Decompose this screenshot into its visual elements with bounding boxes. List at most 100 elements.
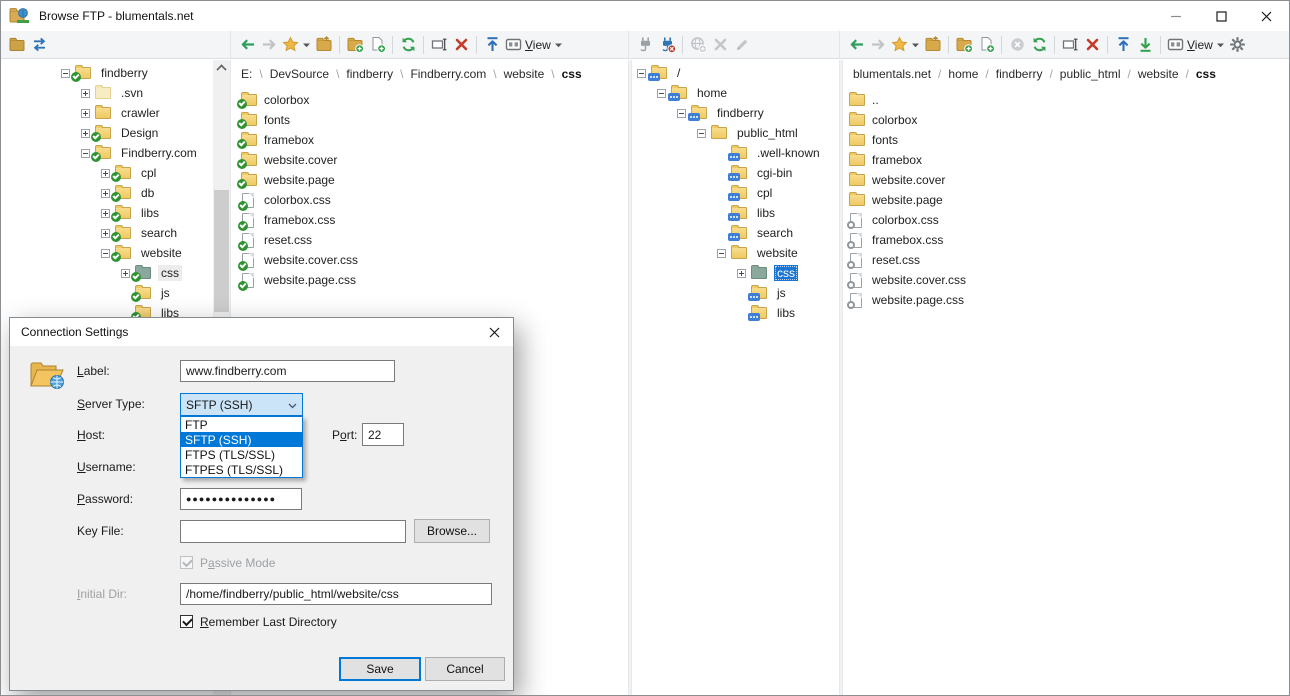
list-item[interactable]: website.page — [843, 190, 1289, 210]
tree-item-js[interactable]: js — [1, 283, 230, 303]
collapse-minus-box[interactable] — [101, 249, 110, 258]
settings-gear-button[interactable] — [1227, 33, 1249, 57]
tree-item-libs[interactable]: libs — [1, 203, 230, 223]
collapse-minus-box[interactable] — [81, 149, 90, 158]
expand-plus-box[interactable] — [81, 109, 90, 118]
tree-item-css[interactable]: css — [632, 263, 839, 283]
label-input[interactable]: www.findberry.com — [180, 360, 395, 382]
tree-item-findberry[interactable]: findberry — [1, 63, 230, 83]
breadcrumb-item[interactable]: blumentals.net — [851, 65, 933, 83]
cancel-button[interactable]: Cancel — [425, 657, 505, 681]
expand-plus-box[interactable] — [101, 229, 110, 238]
upload-button[interactable] — [1112, 33, 1134, 57]
list-item[interactable]: colorbox — [843, 110, 1289, 130]
breadcrumb-item[interactable]: css — [1194, 65, 1218, 83]
download-button[interactable] — [1134, 33, 1156, 57]
tree-item-css[interactable]: css — [1, 263, 230, 283]
list-item[interactable]: reset.css — [843, 250, 1289, 270]
list-item[interactable]: fonts — [843, 130, 1289, 150]
refresh-button[interactable] — [397, 33, 419, 57]
refresh-button[interactable] — [1028, 33, 1050, 57]
expand-plus-box[interactable] — [81, 129, 90, 138]
password-input[interactable]: ●●●●●●●●●●●●●● — [180, 488, 302, 510]
tree-item-findberry[interactable]: findberry — [632, 103, 839, 123]
list-item[interactable]: framebox.css — [231, 210, 628, 230]
list-item[interactable]: website.cover.css — [231, 250, 628, 270]
tree-item-[interactable]: / — [632, 63, 839, 83]
list-item[interactable]: .. — [843, 90, 1289, 110]
tree-item-search[interactable]: search — [632, 223, 839, 243]
tree-item-svn[interactable]: .svn — [1, 83, 230, 103]
new-folder-button[interactable] — [344, 33, 366, 57]
delete-button[interactable] — [450, 33, 472, 57]
server-type-option[interactable]: FTPS (TLS/SSL) — [181, 447, 302, 462]
expand-plus-box[interactable] — [101, 169, 110, 178]
close-button[interactable] — [1244, 1, 1289, 31]
list-item[interactable]: website.cover.css — [843, 270, 1289, 290]
delete-button[interactable] — [1081, 33, 1103, 57]
server-type-select[interactable]: SFTP (SSH) — [180, 393, 303, 416]
tree-item-search[interactable]: search — [1, 223, 230, 243]
tree-item-website[interactable]: website — [1, 243, 230, 263]
new-folder-button[interactable] — [953, 33, 975, 57]
port-input[interactable]: 22 — [362, 423, 404, 446]
tree-item-libs[interactable]: libs — [632, 203, 839, 223]
list-item[interactable]: framebox — [843, 150, 1289, 170]
list-item[interactable]: website.cover — [231, 150, 628, 170]
server-type-option[interactable]: FTP — [181, 417, 302, 432]
list-item[interactable]: fonts — [231, 110, 628, 130]
expand-plus-box[interactable] — [737, 269, 746, 278]
list-item[interactable]: framebox.css — [843, 230, 1289, 250]
expand-plus-box[interactable] — [81, 89, 90, 98]
list-item[interactable]: website.page — [231, 170, 628, 190]
new-file-button[interactable] — [975, 33, 997, 57]
key-file-input[interactable] — [180, 520, 406, 543]
list-item[interactable]: colorbox.css — [843, 210, 1289, 230]
breadcrumb-item[interactable]: home — [946, 65, 980, 83]
browse-button[interactable]: Browse... — [414, 519, 490, 543]
view-button[interactable]: View — [1165, 33, 1227, 57]
collapse-minus-box[interactable] — [717, 249, 726, 258]
list-item[interactable]: colorbox — [231, 90, 628, 110]
tree-item-home[interactable]: home — [632, 83, 839, 103]
breadcrumb-item[interactable]: css — [560, 65, 584, 83]
breadcrumb-item[interactable]: E: — [239, 65, 254, 83]
expand-plus-box[interactable] — [101, 209, 110, 218]
expand-plus-box[interactable] — [121, 269, 130, 278]
breadcrumb-item[interactable]: website — [502, 65, 547, 83]
tree-item-website[interactable]: website — [632, 243, 839, 263]
collapse-minus-box[interactable] — [657, 89, 666, 98]
tree-item-cpl[interactable]: cpl — [1, 163, 230, 183]
save-button[interactable]: Save — [339, 657, 421, 681]
upload-button[interactable] — [481, 33, 503, 57]
tree-item-design[interactable]: Design — [1, 123, 230, 143]
folder-up-button[interactable] — [313, 33, 335, 57]
collapse-minus-box[interactable] — [677, 109, 686, 118]
minimize-button[interactable] — [1154, 1, 1199, 31]
tree-item-cgi-bin[interactable]: cgi-bin — [632, 163, 839, 183]
rename-button[interactable] — [1059, 33, 1081, 57]
back-button[interactable] — [236, 33, 258, 57]
list-item[interactable]: website.page.css — [843, 290, 1289, 310]
tree-item-cpl[interactable]: cpl — [632, 183, 839, 203]
breadcrumb-item[interactable]: website — [1136, 65, 1181, 83]
collapse-minus-box[interactable] — [697, 129, 706, 138]
remember-last-directory-checkbox[interactable] — [180, 615, 193, 628]
tree-item-public-html[interactable]: public_html — [632, 123, 839, 143]
expand-plus-box[interactable] — [101, 189, 110, 198]
view-button[interactable]: View — [503, 33, 565, 57]
local-folder-icon[interactable] — [6, 33, 28, 57]
collapse-minus-box[interactable] — [637, 69, 646, 78]
folder-up-button[interactable] — [922, 33, 944, 57]
tree-item-db[interactable]: db — [1, 183, 230, 203]
breadcrumb-item[interactable]: findberry — [344, 65, 395, 83]
new-file-button[interactable] — [366, 33, 388, 57]
list-item[interactable]: framebox — [231, 130, 628, 150]
list-item[interactable]: website.page.css — [231, 270, 628, 290]
tree-item-js[interactable]: js — [632, 283, 839, 303]
favorites-button[interactable] — [280, 33, 313, 57]
scrollbar-thumb[interactable] — [214, 190, 229, 312]
tree-item-well-known[interactable]: .well-known — [632, 143, 839, 163]
list-item[interactable]: colorbox.css — [231, 190, 628, 210]
server-type-option[interactable]: FTPES (TLS/SSL) — [181, 462, 302, 477]
